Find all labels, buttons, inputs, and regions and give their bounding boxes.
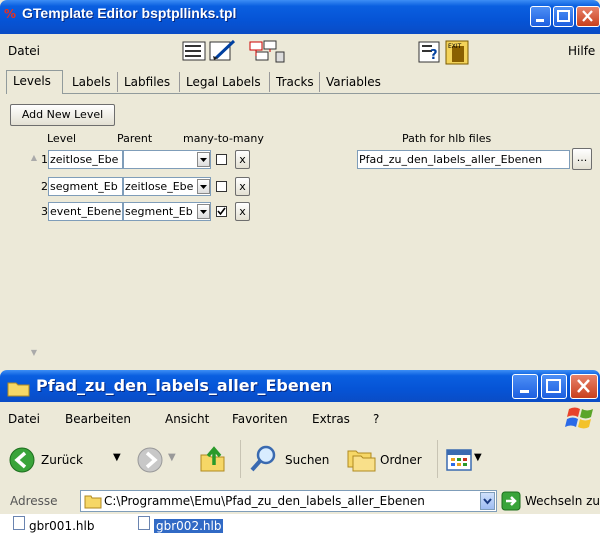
- folders-button-label[interactable]: Ordner: [380, 453, 422, 467]
- address-value[interactable]: C:\Programme\Emu\Pfad_zu_den_labels_alle…: [104, 494, 425, 508]
- header-level: Level: [47, 132, 77, 145]
- folder-icon: [84, 495, 102, 509]
- close-button[interactable]: [570, 374, 598, 399]
- level-name-input[interactable]: segment_Eb: [48, 177, 123, 196]
- back-button-label[interactable]: Zurück: [41, 453, 83, 467]
- go-button-label[interactable]: Wechseln zu: [525, 494, 600, 508]
- folder-icon: [7, 382, 30, 397]
- header-parent: Parent: [117, 132, 153, 145]
- level-name-input[interactable]: event_Ebene: [48, 202, 123, 221]
- menu-favoriten[interactable]: Favoriten: [232, 412, 288, 426]
- scroll-down-arrow[interactable]: ▼: [29, 348, 39, 358]
- forward-dropdown-icon: ▼: [168, 452, 176, 463]
- tree-view-icon[interactable]: [248, 38, 288, 64]
- add-new-level-button[interactable]: Add New Level: [10, 104, 115, 126]
- chevron-down-icon[interactable]: [197, 179, 210, 194]
- folders-icon[interactable]: [345, 445, 377, 473]
- menu-extras[interactable]: Extras: [312, 412, 350, 426]
- chevron-down-icon[interactable]: [197, 204, 210, 219]
- tab-variables[interactable]: Variables: [320, 72, 386, 92]
- remove-level-button[interactable]: x: [235, 150, 250, 169]
- maximize-button[interactable]: [553, 6, 574, 27]
- menu-datei[interactable]: Datei: [8, 412, 40, 426]
- header-many-to-many: many-to-many: [183, 132, 264, 145]
- svg-text:?: ?: [430, 48, 438, 63]
- file-item-selected[interactable]: gbr002.hlb: [154, 519, 224, 533]
- maximize-icon: [546, 379, 561, 393]
- svg-text:EXIT: EXIT: [448, 43, 462, 50]
- explorer-window-title: Pfad_zu_den_labels_aller_Ebenen: [36, 376, 333, 395]
- app-icon: %: [4, 7, 17, 21]
- file-item[interactable]: gbr001.hlb: [29, 519, 94, 533]
- close-icon: [577, 379, 590, 393]
- menu-help[interactable]: ?: [373, 412, 379, 426]
- chevron-down-icon[interactable]: [197, 152, 210, 167]
- menu-bearbeiten[interactable]: Bearbeiten: [65, 412, 131, 426]
- address-dropdown-button[interactable]: [480, 492, 495, 510]
- back-dropdown-icon[interactable]: ▼: [113, 452, 121, 463]
- minimize-icon: [536, 19, 544, 22]
- tab-legal-labels[interactable]: Legal Labels: [180, 72, 270, 92]
- scroll-up-arrow[interactable]: ▲: [29, 153, 39, 163]
- minimize-button[interactable]: [530, 6, 551, 27]
- maximize-button[interactable]: [541, 374, 567, 399]
- help-exit-icon[interactable]: ? EXIT: [418, 38, 474, 66]
- toolbar-separator: [240, 440, 241, 478]
- windows-logo-icon: [565, 407, 593, 429]
- folder-up-icon[interactable]: [198, 443, 228, 475]
- header-path: Path for hlb files: [402, 132, 492, 145]
- tab-tracks[interactable]: Tracks: [270, 72, 320, 92]
- menu-hilfe[interactable]: Hilfe: [568, 44, 595, 58]
- minimize-icon: [520, 390, 529, 393]
- chevron-down-icon: [483, 498, 492, 505]
- address-label: Adresse: [10, 494, 58, 508]
- browse-button[interactable]: ...: [572, 148, 592, 170]
- hlb-path-input[interactable]: Pfad_zu_den_labels_aller_Ebenen: [357, 150, 570, 169]
- levels-panel: [6, 93, 600, 364]
- many-to-many-checkbox[interactable]: [216, 154, 227, 165]
- views-icon[interactable]: [446, 449, 472, 471]
- views-dropdown-icon[interactable]: ▼: [474, 452, 482, 463]
- tab-labels[interactable]: Labels: [66, 72, 118, 92]
- close-icon: [582, 10, 593, 22]
- back-arrow-icon[interactable]: [8, 446, 36, 474]
- remove-level-button[interactable]: x: [235, 177, 250, 196]
- editor-menu-bar: [0, 34, 600, 68]
- many-to-many-checkbox[interactable]: [216, 181, 227, 192]
- hlb-file-icon: [138, 516, 150, 530]
- level-name-input[interactable]: zeitlose_Ebe: [48, 150, 123, 169]
- forward-arrow-icon: [137, 447, 163, 473]
- tab-labfiles[interactable]: Labfiles: [118, 72, 180, 92]
- close-button[interactable]: [576, 6, 600, 27]
- menu-ansicht[interactable]: Ansicht: [165, 412, 209, 426]
- search-button-label[interactable]: Suchen: [285, 453, 329, 467]
- go-arrow-icon[interactable]: [501, 491, 521, 511]
- toolbar-separator: [437, 440, 438, 478]
- search-icon[interactable]: [248, 444, 280, 474]
- many-to-many-checkbox-checked[interactable]: [216, 206, 227, 217]
- remove-level-button[interactable]: x: [235, 202, 250, 221]
- menu-datei[interactable]: Datei: [8, 44, 40, 58]
- minimize-button[interactable]: [512, 374, 538, 399]
- tab-levels[interactable]: Levels: [6, 70, 63, 94]
- maximize-icon: [557, 10, 570, 22]
- edit-template-icon[interactable]: [182, 38, 242, 64]
- hlb-file-icon: [13, 516, 25, 530]
- editor-window-title: GTemplate Editor bsptpllinks.tpl: [22, 5, 237, 21]
